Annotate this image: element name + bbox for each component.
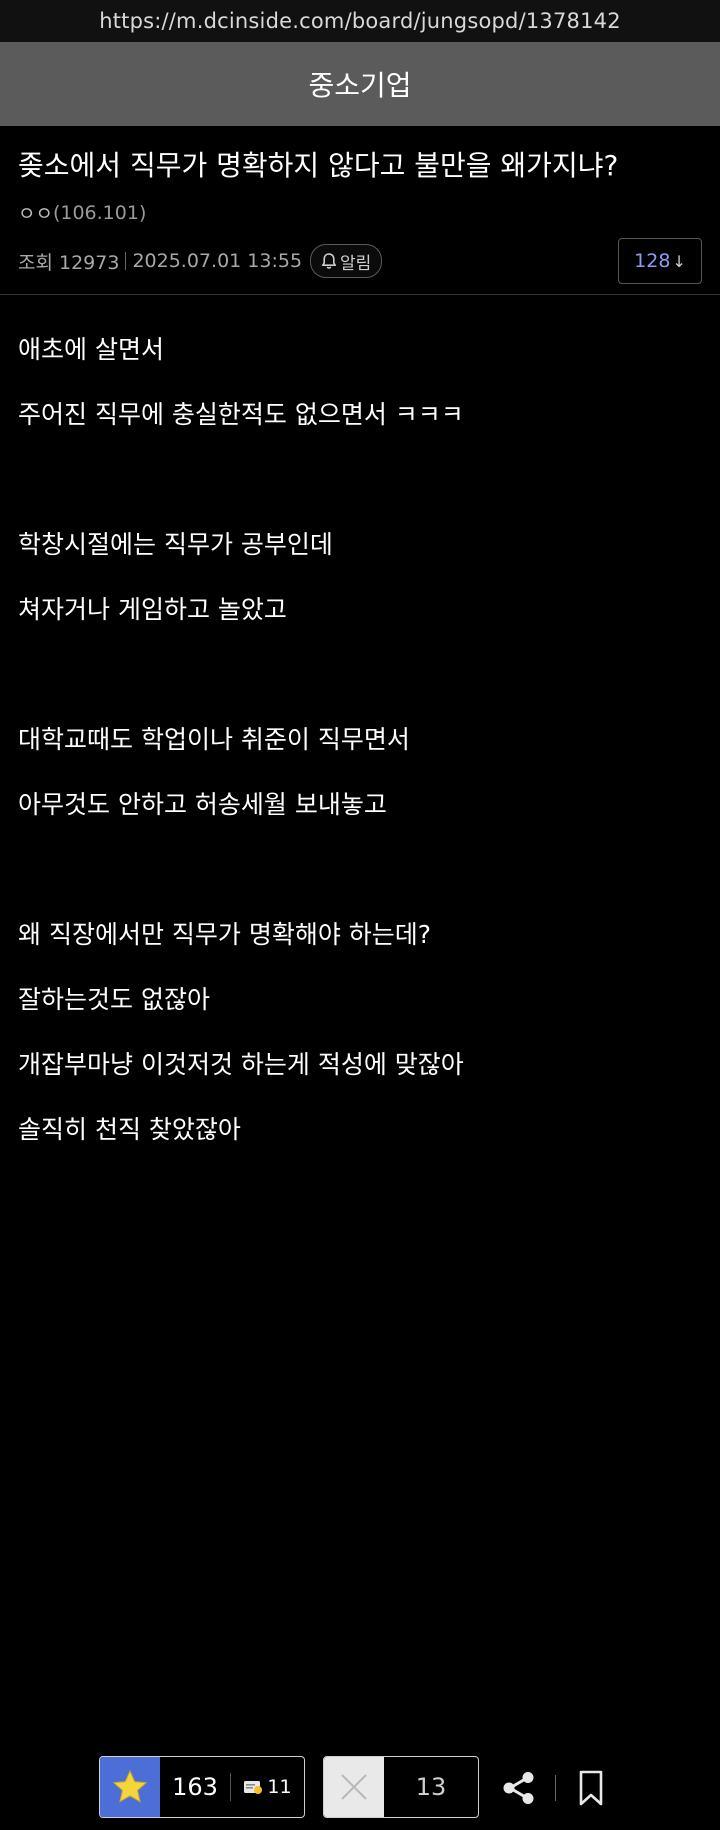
fixed-recommend[interactable]: 11 [231,1757,304,1817]
body-line: 왜 직장에서만 직무가 명확해야 하는데? [18,920,432,950]
arrow-down-icon: ↓ [672,251,686,271]
nonrecommend-count: 13 [415,1773,447,1801]
bookmark-button[interactable] [576,1769,606,1807]
share-icon [503,1772,534,1804]
post-datetime: 2025.07.01 13:55 [132,250,303,273]
board-title[interactable]: 중소기업 [308,64,411,104]
alarm-label: 알림 [340,253,372,274]
x-icon [341,1774,367,1800]
fixed-recommend-count: 11 [267,1776,292,1798]
board-header: 중소기업 [0,42,720,126]
comment-count: 128 [634,250,671,273]
body-line: 대학교때도 학업이나 취준이 직무면서 [18,725,410,755]
author-name[interactable]: ㅇㅇ [18,199,53,226]
body-line: 개잡부마냥 이것저것 하는게 적성에 맞잖아 [18,1050,464,1080]
recommend-group: 163 11 [99,1756,305,1818]
url-bar[interactable]: https://m.dcinside.com/board/jungsopd/13… [0,0,720,42]
body-line: 주어진 직무에 충실한적도 없으면서 ㅋㅋㅋ [18,400,464,430]
bottom-action-bar: 163 11 13 [0,1755,720,1819]
author-ip: (106.101) [52,201,147,224]
author-info: ㅇㅇ (106.101) [18,199,702,226]
body-line: 애초에 살면서 [18,335,164,365]
meta-divider [125,252,127,271]
body-line: 쳐자거나 게임하고 놀았고 [18,595,287,625]
nonrecommend-button[interactable] [324,1757,384,1817]
post-header: 좆소에서 직무가 명확하지 않다고 불만을 왜가지냐? ㅇㅇ (106.101)… [0,126,720,285]
url-text: https://m.dcinside.com/board/jungsopd/13… [99,9,621,33]
star-icon [112,1769,148,1803]
recommend-button[interactable] [100,1757,160,1817]
body-line: 솔직히 천직 찾았잖아 [18,1115,241,1145]
view-count: 조회 12973 [18,251,120,274]
alarm-button[interactable]: 알림 [310,244,383,279]
comment-count-button[interactable]: 128 ↓ [618,238,702,285]
body-line: 아무것도 안하고 허송세월 보내놓고 [18,790,387,820]
fix-recommend-icon [244,1781,263,1794]
post-meta: 조회 12973 2025.07.01 13:55 알림 128 ↓ [18,238,702,285]
bell-icon [322,253,337,269]
action-divider [555,1775,556,1801]
post-title: 좆소에서 직무가 명확하지 않다고 불만을 왜가지냐? [18,149,619,182]
body-line: 학창시절에는 직무가 공부인데 [18,530,333,560]
bookmark-icon [579,1770,603,1806]
body-line: 잘하는것도 없잖아 [18,985,210,1015]
recommend-count: 163 [172,1773,218,1801]
post-body: 애초에 살면서주어진 직무에 충실한적도 없으면서 ㅋㅋㅋ 학창시절에는 직무가 … [0,295,720,1162]
nonrecommend-group: 13 [323,1756,479,1818]
share-button[interactable] [500,1769,538,1807]
